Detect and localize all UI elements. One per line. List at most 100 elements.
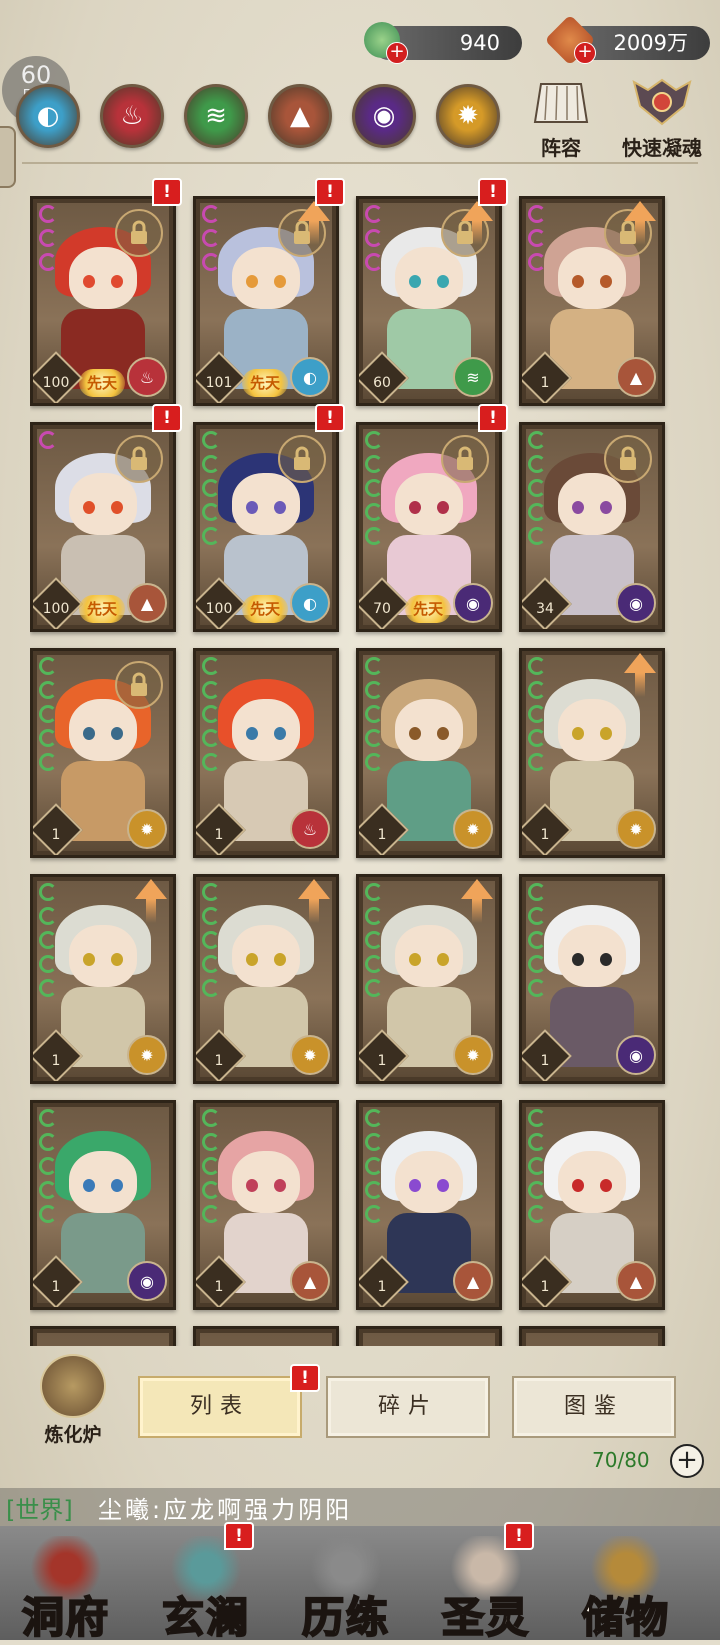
tab-list[interactable]: 列表 [138, 1376, 302, 1438]
star-icon [39, 229, 57, 247]
level-value: 1 [377, 1053, 387, 1069]
spirit-card[interactable]: 100 先天 ◐ [193, 422, 339, 632]
portrait-face [395, 247, 463, 309]
spirit-card[interactable]: 101 先天 ◐ [193, 196, 339, 406]
level-value: 34 [536, 601, 554, 617]
portrait-eye [274, 1179, 286, 1192]
expand-capacity-button[interactable]: + [670, 1444, 704, 1478]
upgrade-arrow-icon [298, 879, 330, 899]
portrait-eye [274, 727, 286, 740]
add-spirit-stone-icon[interactable]: + [574, 42, 596, 64]
tab-fragments[interactable]: 碎片 [326, 1376, 490, 1438]
card-alert-icon: ! [152, 404, 182, 432]
filter-fire-icon[interactable]: ♨ [100, 84, 164, 148]
header-divider [22, 162, 698, 164]
filter-earth-icon[interactable]: ▲ [268, 84, 332, 148]
add-jade-icon[interactable]: + [386, 42, 408, 64]
lock-icon[interactable] [278, 435, 326, 483]
furnace-button[interactable]: 炼化炉 [28, 1354, 118, 1446]
spirit-card[interactable]: 1 ◉ [30, 1100, 176, 1310]
card-alert-icon: ! [315, 178, 345, 206]
spirit-card[interactable] [519, 1326, 665, 1346]
spirit-card[interactable]: 70 先天 ◉ [356, 422, 502, 632]
card-grid[interactable]: 100 先天 ♨ 101 先天 ◐ 60 ≋ 1 ▲ 100 先天 ▲ 100 先天 ◐ 70 先天 ◉ 34 ◉ 1 ✹ 1… [30, 196, 690, 1346]
star-icon [365, 907, 383, 925]
nav-item[interactable]: 洞府 [4, 1526, 128, 1643]
jade-currency[interactable]: + 940 [364, 22, 522, 64]
star-icon [202, 479, 220, 497]
spirit-card[interactable]: 1 ✹ [193, 874, 339, 1084]
spirit-card[interactable]: 1 ✹ [30, 874, 176, 1084]
spirit-card[interactable]: 1 ▲ [356, 1100, 502, 1310]
level-value: 1 [540, 1279, 550, 1295]
spirit-card[interactable]: 1 ✹ [30, 648, 176, 858]
spirit-card[interactable]: 1 ◉ [519, 874, 665, 1084]
level-value: 1 [51, 827, 61, 843]
spirit-card[interactable] [193, 1326, 339, 1346]
spirit-stone-value: 2009万 [613, 31, 688, 55]
spirit-card[interactable] [356, 1326, 502, 1346]
filter-water-icon[interactable]: ◐ [16, 84, 80, 148]
star-icon [365, 253, 383, 271]
star-rank [528, 431, 548, 551]
lock-icon[interactable] [604, 435, 652, 483]
quick-condense-button[interactable]: 快速凝魂 [612, 78, 712, 160]
filter-light-icon[interactable]: ✹ [436, 84, 500, 148]
portrait-eye [409, 1179, 421, 1192]
filter-wind-icon[interactable]: ≋ [184, 84, 248, 148]
lock-icon[interactable] [441, 435, 489, 483]
star-rank [528, 1109, 548, 1229]
spirit-card[interactable]: 100 先天 ♨ [30, 196, 176, 406]
spirit-card[interactable]: 1 ✹ [519, 648, 665, 858]
star-icon [202, 1205, 220, 1223]
star-icon [365, 1205, 383, 1223]
filter-dark-icon[interactable]: ◉ [352, 84, 416, 148]
tab-compendium[interactable]: 图鉴 [512, 1376, 676, 1438]
star-icon [528, 657, 546, 675]
star-rank [39, 205, 59, 277]
star-icon [202, 229, 220, 247]
spirit-card[interactable]: 1 ✹ [356, 648, 502, 858]
card-portrait [363, 1333, 495, 1346]
dark-element-icon: ◉ [616, 583, 656, 623]
level-value: 1 [540, 375, 550, 391]
spirit-card[interactable]: 1 ▲ [193, 1100, 339, 1310]
side-drawer-tab[interactable] [0, 126, 16, 188]
spirit-card[interactable]: 1 ▲ [519, 1100, 665, 1310]
star-rank [202, 1109, 222, 1229]
portrait-eye [437, 953, 449, 966]
nav-label: 圣灵 [441, 1592, 530, 1643]
portrait-eye [83, 953, 95, 966]
spirit-card[interactable]: 1 ✹ [356, 874, 502, 1084]
star-icon [528, 479, 546, 497]
portrait-face [395, 699, 463, 761]
star-icon [365, 955, 383, 973]
lock-icon[interactable] [115, 435, 163, 483]
star-icon [39, 931, 57, 949]
card-alert-icon: ! [478, 404, 508, 432]
star-icon [202, 1181, 220, 1199]
world-chat-bar[interactable]: [世界] 尘曦:应龙啊强力阴阳 [0, 1488, 720, 1526]
star-icon [202, 1109, 220, 1127]
spirit-card[interactable]: 100 先天 ▲ [30, 422, 176, 632]
star-icon [528, 455, 546, 473]
spirit-card[interactable] [30, 1326, 176, 1346]
lineup-button[interactable]: 阵容 [516, 78, 606, 160]
upgrade-arrow-icon [624, 653, 656, 673]
star-icon [365, 729, 383, 747]
spirit-card[interactable]: 1 ▲ [519, 196, 665, 406]
star-icon [202, 503, 220, 521]
spirit-card[interactable]: 60 ≋ [356, 196, 502, 406]
spirit-card[interactable]: 1 ♨ [193, 648, 339, 858]
nav-item[interactable]: 历练 [284, 1526, 408, 1643]
lock-icon[interactable] [115, 661, 163, 709]
chat-channel: [世界] [6, 1496, 73, 1524]
nav-item[interactable]: 储物 [564, 1526, 688, 1643]
fire-element-icon: ♨ [127, 357, 167, 397]
light-element-icon: ✹ [453, 1035, 493, 1075]
upgrade-arrow-stem [146, 899, 156, 923]
spirit-stone-currency[interactable]: + 2009万 [544, 14, 710, 66]
spirit-card[interactable]: 34 ◉ [519, 422, 665, 632]
portrait-eye [83, 1179, 95, 1192]
lock-icon[interactable] [115, 209, 163, 257]
